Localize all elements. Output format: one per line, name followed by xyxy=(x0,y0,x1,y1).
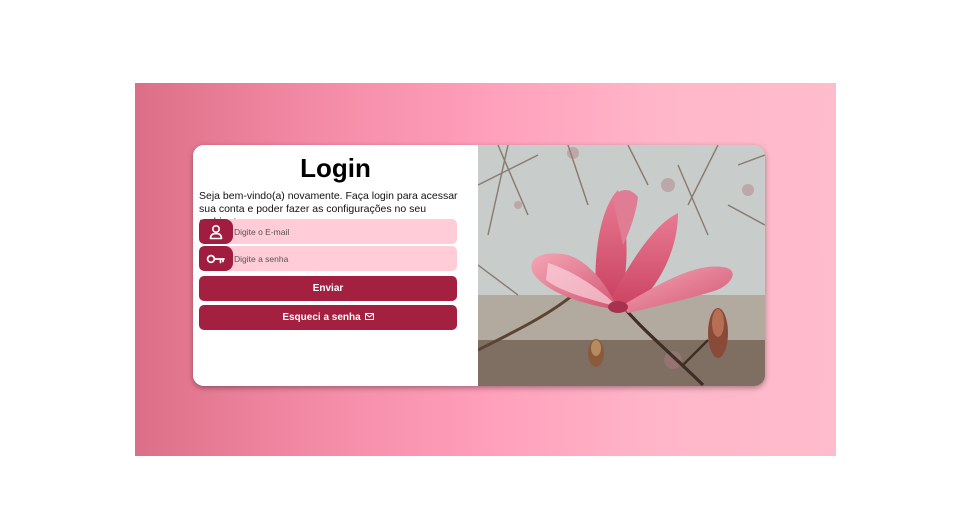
password-input[interactable] xyxy=(233,246,444,271)
forgot-password-button[interactable]: Esqueci a senha xyxy=(199,305,457,330)
login-card: Login Seja bem-vindo(a) novamente. Faça … xyxy=(193,145,765,386)
email-field xyxy=(199,219,457,244)
magnolia-flower-photo xyxy=(478,145,765,386)
email-input[interactable] xyxy=(233,219,444,244)
login-form-panel: Login Seja bem-vindo(a) novamente. Faça … xyxy=(193,145,478,386)
submit-button-label: Enviar xyxy=(312,283,344,294)
submit-button[interactable]: Enviar xyxy=(199,276,457,301)
page-title: Login xyxy=(300,153,371,183)
envelope-icon xyxy=(364,312,374,323)
user-icon xyxy=(199,219,233,244)
forgot-password-label: Esqueci a senha xyxy=(282,312,361,323)
password-field xyxy=(199,246,457,271)
key-icon xyxy=(199,246,233,271)
